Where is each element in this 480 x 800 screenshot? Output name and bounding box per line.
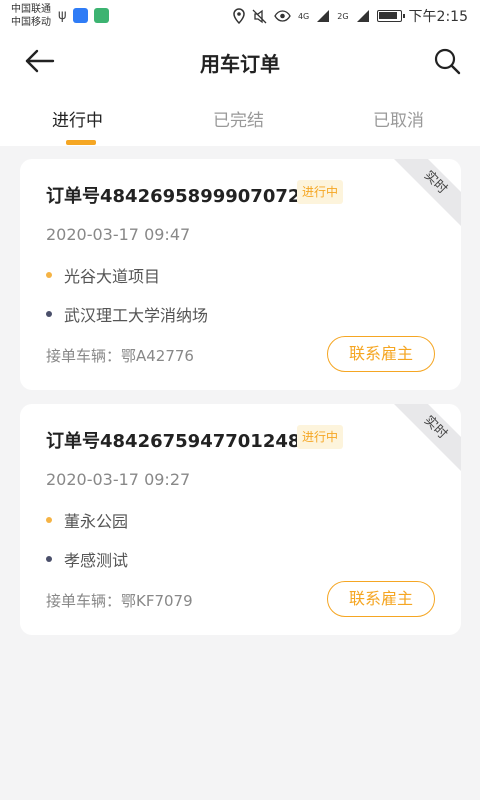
end-location-text: 武汉理工大学消纳场 (64, 306, 209, 325)
notification-icons: ψ (58, 8, 109, 23)
carrier-1: 中国联通 (11, 4, 51, 15)
order-card[interactable]: 订单号4842695899907072 进行中 实时 2020-03-17 09… (20, 159, 461, 390)
end-dot-icon (46, 311, 52, 317)
end-dot-icon (46, 556, 52, 562)
contact-employer-button[interactable]: 联系雇主 (327, 581, 435, 617)
tab-in-progress[interactable]: 进行中 (52, 106, 103, 131)
order-number: 订单号4842675947701248 (46, 431, 301, 452)
vehicle-info: 接单车辆：鄂A42776 (46, 347, 194, 365)
order-status-tabs: 进行中 已完结 已取消 (0, 90, 480, 146)
end-location-text: 孝感测试 (64, 551, 129, 570)
signal-icon (317, 10, 330, 22)
start-dot-icon (46, 272, 52, 278)
active-tab-indicator (66, 140, 96, 145)
usb-icon: ψ (58, 8, 67, 23)
order-datetime: 2020-03-17 09:47 (46, 225, 191, 244)
battery-icon (376, 10, 405, 22)
location-icon (233, 8, 245, 24)
vehicle-info: 接单车辆：鄂KF7079 (46, 592, 193, 610)
status-badge: 进行中 (297, 425, 344, 449)
carrier-2: 中国移动 (11, 17, 51, 28)
mute-icon (252, 9, 267, 23)
order-number: 订单号4842695899907072 (46, 186, 301, 207)
signal-icon-2 (356, 10, 369, 22)
eye-icon (274, 10, 291, 22)
status-bar: 中国联通 中国移动 ψ 4G 2G 下午2:15 (0, 0, 480, 32)
page-title: 用车订单 (200, 52, 280, 76)
realtime-ribbon: 实时 (386, 159, 461, 232)
order-card[interactable]: 订单号4842675947701248 进行中 实时 2020-03-17 09… (20, 404, 461, 635)
status-badge: 进行中 (297, 180, 344, 204)
start-location: 董永公园 (46, 508, 128, 532)
order-datetime: 2020-03-17 09:27 (46, 470, 191, 489)
network-2g-label: 2G (337, 11, 349, 21)
end-location: 孝感测试 (46, 547, 128, 571)
contact-employer-button[interactable]: 联系雇主 (327, 336, 435, 372)
network-4g-label: 4G (297, 11, 310, 21)
end-location: 武汉理工大学消纳场 (46, 302, 208, 326)
app-header: 用车订单 (0, 32, 480, 90)
start-location: 光谷大道项目 (46, 263, 160, 287)
start-dot-icon (46, 517, 52, 523)
search-icon[interactable] (432, 46, 462, 76)
system-status-icons: 4G 2G 下午2:15 (233, 6, 468, 26)
app-notification-icon (93, 8, 109, 23)
realtime-ribbon: 实时 (386, 404, 461, 477)
start-location-text: 董永公园 (64, 512, 129, 531)
shield-app-icon (72, 8, 88, 23)
clock: 下午2:15 (408, 9, 468, 25)
carrier-info: 中国联通 中国移动 (11, 3, 51, 29)
tab-cancelled[interactable]: 已取消 (373, 106, 424, 131)
tab-completed[interactable]: 已完结 (213, 106, 264, 131)
start-location-text: 光谷大道项目 (64, 267, 161, 286)
